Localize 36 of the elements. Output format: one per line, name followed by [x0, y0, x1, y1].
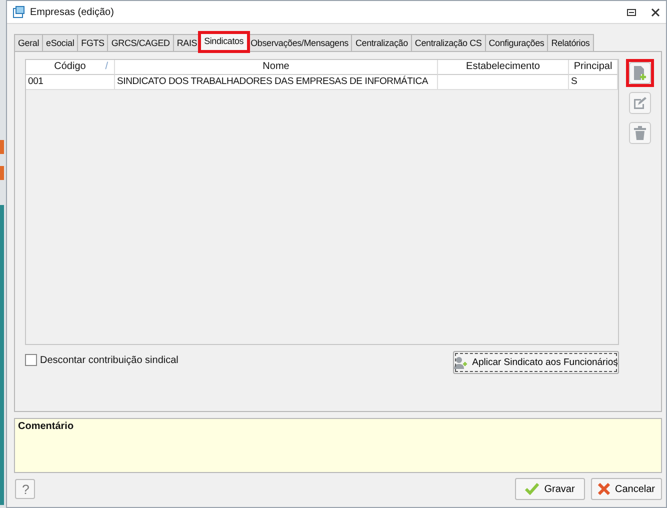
- tab[interactable]: FGTS: [77, 34, 108, 51]
- tab[interactable]: Centralização CS: [410, 34, 486, 51]
- column-header[interactable]: Nome: [115, 60, 438, 75]
- column-header[interactable]: Código /: [26, 60, 115, 75]
- close-icon: [598, 483, 610, 495]
- tab[interactable]: Geral: [14, 34, 44, 51]
- person-add-icon: [454, 356, 468, 368]
- cancel-button[interactable]: Cancelar: [591, 478, 662, 500]
- window-title: Empresas (edição): [30, 6, 115, 18]
- tab[interactable]: eSocial: [42, 34, 78, 51]
- delete-button[interactable]: [629, 122, 651, 144]
- edit-icon: [633, 96, 647, 110]
- tab[interactable]: Configurações: [484, 34, 548, 51]
- trash-icon: [634, 126, 646, 140]
- tab[interactable]: Centralização: [351, 34, 412, 51]
- checkmark-icon: [525, 483, 540, 495]
- edit-button[interactable]: [629, 92, 651, 114]
- table-cell: S: [569, 75, 618, 90]
- tab[interactable]: Relatórios: [547, 34, 594, 51]
- column-header[interactable]: Principal: [569, 60, 618, 75]
- save-button[interactable]: Gravar: [515, 478, 585, 500]
- checkbox[interactable]: [25, 354, 37, 366]
- table-cell: SINDICATO DOS TRABALHADORES DAS EMPRESAS DE INFORMÁTICA: [115, 75, 438, 90]
- help-button[interactable]: ?: [15, 479, 35, 499]
- window-icon: [13, 6, 25, 18]
- add-document-icon: [633, 65, 647, 81]
- comment-field[interactable]: Comentário: [14, 418, 662, 473]
- close-icon[interactable]: [651, 8, 660, 16]
- column-header[interactable]: Estabelecimento: [438, 60, 569, 75]
- checkbox-label: Descontar contribuição sindical: [40, 354, 178, 366]
- tab[interactable]: Sindicatos: [200, 33, 248, 51]
- restore-icon[interactable]: [627, 8, 636, 16]
- tab[interactable]: GRCS/CAGED: [107, 34, 174, 51]
- apply-button[interactable]: Aplicar Sindicato aos Funcionários: [453, 351, 619, 374]
- table-cell: 001: [26, 75, 115, 90]
- sort-indicator: /: [105, 60, 108, 74]
